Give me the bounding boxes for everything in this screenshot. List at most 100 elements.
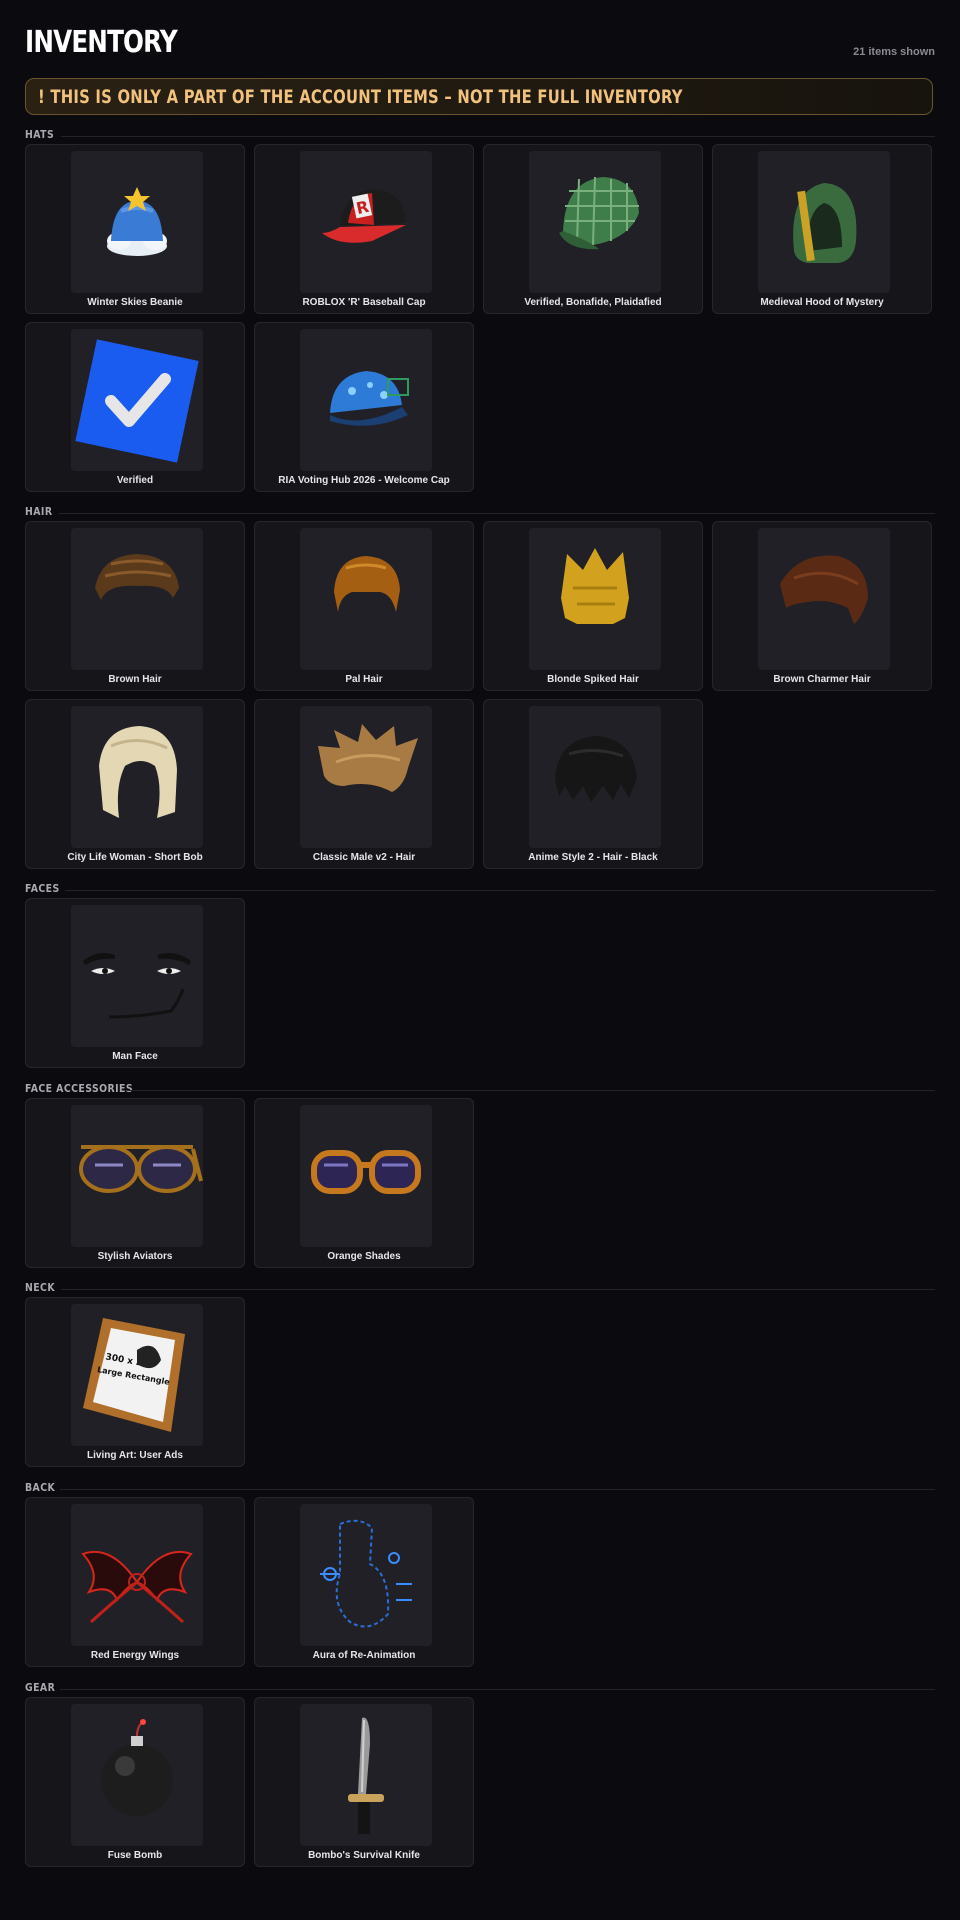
item-name: Brown Hair [108,674,162,685]
item-name: Orange Shades [327,1251,401,1262]
hair-icon [71,528,203,670]
item-card[interactable]: Stylish Aviators [25,1098,245,1268]
section-divider [61,136,935,137]
item-name: Anime Style 2 - Hair - Black [528,852,658,863]
section-title: FACES [25,882,60,895]
item-thumbnail [300,329,432,471]
header: INVENTORY 21 items shown [25,0,935,78]
section-header: BACK [25,1481,935,1497]
item-card[interactable]: Pal Hair [254,521,474,691]
item-thumbnail [71,151,203,293]
item-name: Fuse Bomb [107,1850,163,1861]
section-hair: HAIR Brown Hair Pal Hair Blonde Spiked Hair… [25,505,935,869]
item-card[interactable]: Classic Male v2 - Hair [254,699,474,869]
item-card[interactable]: Aura of Re-Animation [254,1497,474,1667]
item-name: Verified [116,475,154,486]
item-thumbnail: 300 x 250 Large Rectangle [71,1304,203,1446]
hair-icon [758,528,890,670]
item-name: Medieval Hood of Mystery [760,297,884,308]
wings-icon [71,1504,203,1646]
item-name: Pal Hair [345,674,383,685]
item-card[interactable]: 300 x 250 Large Rectangle Living Art: User… [25,1297,245,1467]
item-name: Brown Charmer Hair [773,674,871,685]
section-faces: FACES Man Face [25,882,935,1068]
item-name: ROBLOX 'R' Baseball Cap [302,297,426,308]
warning-banner: ! THIS IS ONLY A PART OF THE ACCOUNT ITE… [25,78,933,115]
item-name: Bombo's Survival Knife [308,1850,420,1861]
item-thumbnail [71,1504,203,1646]
section-title: NECK [25,1281,56,1294]
section-header: GEAR [25,1681,935,1697]
item-card[interactable]: Blonde Spiked Hair [483,521,703,691]
section-header: FACE ACCESSORIES [25,1082,935,1098]
item-card[interactable]: RIA Voting Hub 2026 - Welcome Cap [254,322,474,492]
item-thumbnail [71,905,203,1047]
section-title: HAIR [25,505,53,518]
warning-banner-text: ! THIS IS ONLY A PART OF THE ACCOUNT ITE… [38,86,683,108]
items-count: 21 items shown [853,46,935,58]
item-card[interactable]: Anime Style 2 - Hair - Black [483,699,703,869]
section-neck: NECK 300 x 250 Large Rectangle Living Art: … [25,1281,935,1467]
item-card[interactable]: City Life Woman - Short Bob [25,699,245,869]
item-thumbnail [71,329,203,471]
item-card[interactable]: Man Face [25,898,245,1068]
hair-icon [300,528,432,670]
item-card[interactable]: Orange Shades [254,1098,474,1268]
inventory-page: INVENTORY 21 items shown ! THIS IS ONLY … [25,0,935,1867]
item-card[interactable]: Verified [25,322,245,492]
item-thumbnail [529,528,661,670]
section-divider [61,1289,935,1290]
item-thumbnail [71,528,203,670]
item-thumbnail [71,1105,203,1247]
item-card[interactable]: Fuse Bomb [25,1697,245,1867]
section-divider [60,1689,935,1690]
item-name: RIA Voting Hub 2026 - Welcome Cap [278,475,450,486]
knife-icon [300,1704,432,1846]
item-name: City Life Woman - Short Bob [67,852,203,863]
item-thumbnail [71,1704,203,1846]
section-gear: GEAR Fuse Bomb Bombo's Survival Knife [25,1681,935,1867]
item-card[interactable]: Medieval Hood of Mystery [712,144,932,314]
section-divider [60,1489,935,1490]
item-name: Living Art: User Ads [87,1450,183,1461]
item-name: Aura of Re-Animation [312,1650,416,1661]
item-thumbnail [300,1105,432,1247]
shades-icon [300,1105,432,1247]
item-name: Winter Skies Beanie [87,297,183,308]
section-title: HATS [25,128,55,141]
section-title: BACK [25,1481,56,1494]
section-title: GEAR [25,1681,56,1694]
item-card[interactable]: Winter Skies Beanie [25,144,245,314]
section-header: FACES [25,882,935,898]
item-card[interactable]: Brown Hair [25,521,245,691]
item-name: Blonde Spiked Hair [547,674,639,685]
item-name: Stylish Aviators [97,1251,173,1262]
item-card[interactable]: Brown Charmer Hair [712,521,932,691]
section-header: HAIR [25,505,935,521]
item-card[interactable]: Bombo's Survival Knife [254,1697,474,1867]
section-face-accessories: FACE ACCESSORIES Stylish Aviators Orange S… [25,1082,935,1268]
section-hats: HATS Winter Skies Beanie R ROBLOX 'R' Baseb… [25,128,935,492]
section-back: BACK Red Energy Wings Aura of Re-Animation [25,1481,935,1667]
beanie-icon [71,151,203,293]
hair-icon [300,706,432,848]
item-thumbnail [300,1504,432,1646]
plaid-cap-icon [529,151,661,293]
bomb-icon [71,1704,203,1846]
hair-icon [529,706,661,848]
face-icon [71,905,203,1047]
item-thumbnail [758,151,890,293]
item-card[interactable]: Verified, Bonafide, Plaidafied [483,144,703,314]
page-title: INVENTORY [25,25,178,60]
item-name: Classic Male v2 - Hair [312,852,416,863]
section-header: HATS [25,128,935,144]
item-card[interactable]: Red Energy Wings [25,1497,245,1667]
section-divider [65,890,935,891]
item-card[interactable]: R ROBLOX 'R' Baseball Cap [254,144,474,314]
item-name: Man Face [112,1051,158,1062]
baseball-cap-icon: R [300,151,432,293]
blue-cap-icon [300,329,432,471]
spiked-hair-icon [529,528,661,670]
hood-icon [758,151,890,293]
item-thumbnail: R [300,151,432,293]
